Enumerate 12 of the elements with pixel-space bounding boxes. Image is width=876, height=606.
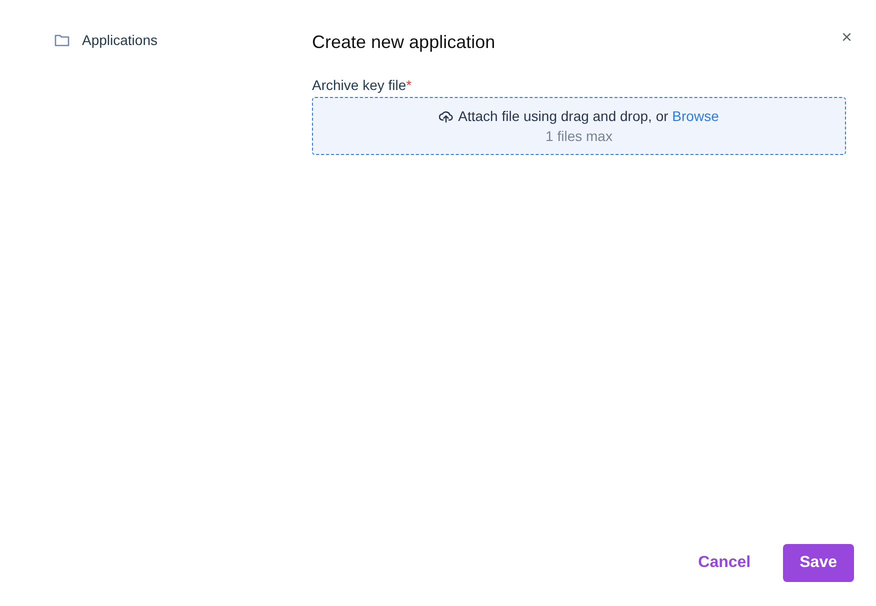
dialog-title: Create new application [312,32,496,53]
file-limit-hint: 1 files max [546,128,612,144]
close-button[interactable]: × [837,28,856,46]
browse-link[interactable]: Browse [672,108,719,124]
cancel-button[interactable]: Cancel [698,544,751,582]
save-button[interactable]: Save [782,544,854,582]
upload-cloud-icon [439,110,454,122]
field-label: Archive key file* [312,77,413,93]
file-dropzone[interactable]: Attach file using drag and drop, or Browse 1 files max [312,97,846,155]
sidebar-item[interactable]: Applications [54,32,312,48]
dropzone-instructions: Attach file using drag and drop, or Browse [458,108,719,124]
folder-icon [54,33,70,47]
